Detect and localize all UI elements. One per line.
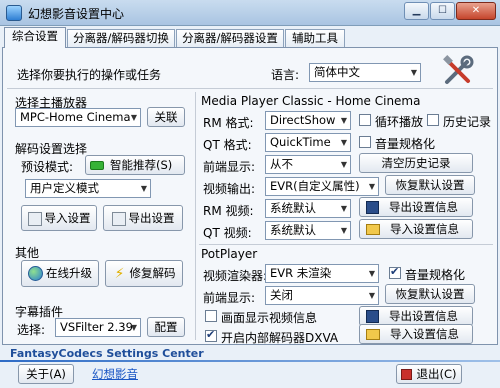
pot-normalize-checkbox[interactable] bbox=[389, 265, 401, 279]
osd-info-label: 画面显示视频信息 bbox=[221, 311, 318, 325]
qt-video-select[interactable]: 系统默认 ▼ bbox=[265, 221, 351, 240]
loop-play-label: 循环播放 bbox=[375, 115, 424, 129]
osd-info-checkbox[interactable] bbox=[205, 310, 217, 322]
divider bbox=[7, 88, 493, 89]
chevron-down-icon: ▼ bbox=[340, 204, 347, 213]
exit-button[interactable]: 退出(C) bbox=[396, 364, 462, 384]
floppy-icon bbox=[366, 310, 379, 323]
qt-format-select[interactable]: QuickTime ▼ bbox=[265, 133, 351, 152]
close-button[interactable]: ✕ bbox=[456, 2, 496, 20]
chevron-down-icon: ▼ bbox=[340, 138, 347, 147]
mpc-export-info-button[interactable]: 导出设置信息 bbox=[359, 197, 473, 217]
floppy-icon bbox=[366, 201, 379, 214]
maximize-button[interactable]: ☐ bbox=[430, 2, 455, 20]
mpc-front-label: 前端显示: bbox=[203, 160, 256, 174]
folder-icon bbox=[366, 329, 380, 340]
footer-brand: FantasyCodecs Settings Center bbox=[10, 347, 204, 360]
renderer-label: 视频渲染器: bbox=[203, 269, 268, 283]
tab-tools[interactable]: 辅助工具 bbox=[285, 29, 345, 47]
mpc-front-select[interactable]: 从不 ▼ bbox=[265, 155, 351, 174]
fantasy-player-link[interactable]: 幻想影音 bbox=[92, 366, 138, 382]
renderer-select[interactable]: EVR 未渲染 ▼ bbox=[265, 264, 379, 283]
tab-general[interactable]: 综合设置 bbox=[4, 27, 66, 48]
pot-import-info-button[interactable]: 导入设置信息 bbox=[359, 324, 473, 344]
mpc-normalize-label: 音量规格化 bbox=[375, 137, 436, 151]
rm-video-label: RM 视频: bbox=[203, 204, 254, 218]
pot-normalize-label: 音量规格化 bbox=[405, 268, 466, 282]
other-section-title: 其他 bbox=[15, 246, 40, 260]
language-select[interactable]: 简体中文 ▼ bbox=[309, 63, 421, 82]
language-label: 语言: bbox=[271, 68, 300, 82]
tab-strip: 综合设置 分离器/解码器切换 分离器/解码器设置 辅助工具 bbox=[2, 27, 498, 48]
tools-icon bbox=[443, 55, 474, 84]
chevron-down-icon: ▼ bbox=[368, 291, 375, 300]
mpc-restore-default-button[interactable]: 恢复默认设置 bbox=[385, 175, 475, 195]
chevron-down-icon: ▼ bbox=[130, 323, 137, 332]
video-output-select[interactable]: EVR(自定义属性) ▼ bbox=[265, 177, 379, 196]
dxva-label: 开启内部解码器DXVA bbox=[221, 331, 339, 345]
window-title: 幻想影音设置中心 bbox=[28, 7, 125, 21]
chevron-down-icon: ▼ bbox=[340, 116, 347, 125]
globe-icon bbox=[28, 266, 43, 281]
smart-recommend-button[interactable]: 智能推荐(S) bbox=[85, 155, 185, 175]
pot-export-info-button[interactable]: 导出设置信息 bbox=[359, 306, 473, 326]
chevron-down-icon: ▼ bbox=[340, 160, 347, 169]
qt-format-label: QT 格式: bbox=[203, 138, 252, 152]
pot-restore-default-button[interactable]: 恢复默认设置 bbox=[385, 284, 475, 304]
tab-splitter-decoder-settings[interactable]: 分离器/解码器设置 bbox=[176, 29, 284, 47]
chevron-down-icon: ▼ bbox=[410, 68, 417, 77]
pot-front-label: 前端显示: bbox=[203, 291, 256, 305]
settings-panel: 选择你要执行的操作或任务 语言: 简体中文 ▼ 选择主播放器 MPC-Home C… bbox=[2, 47, 498, 345]
title-bar: 幻想影音设置中心 ▁ ☐ ✕ bbox=[0, 0, 500, 26]
task-prompt: 选择你要执行的操作或任务 bbox=[17, 68, 162, 82]
subtitle-plugin-select[interactable]: VSFilter 2.39 ▼ bbox=[55, 318, 141, 337]
history-checkbox[interactable] bbox=[427, 114, 439, 126]
minimize-button[interactable]: ▁ bbox=[404, 2, 429, 20]
repair-decoder-button[interactable]: ⚡ 修复解码 bbox=[105, 260, 183, 287]
divider bbox=[199, 244, 493, 245]
exit-icon bbox=[401, 369, 413, 380]
export-settings-button[interactable]: 导出设置 bbox=[103, 205, 183, 231]
rm-format-select[interactable]: DirectShow ▼ bbox=[265, 111, 351, 130]
subtitle-config-button[interactable]: 配置 bbox=[147, 317, 185, 337]
rm-format-label: RM 格式: bbox=[203, 116, 254, 130]
associate-button[interactable]: 关联 bbox=[147, 107, 185, 127]
online-upgrade-button[interactable]: 在线升级 bbox=[21, 260, 99, 287]
mpc-normalize-checkbox[interactable] bbox=[359, 136, 371, 148]
led-icon bbox=[90, 161, 104, 170]
import-icon bbox=[27, 211, 42, 226]
qt-video-label: QT 视频: bbox=[203, 226, 252, 240]
rm-video-select[interactable]: 系统默认 ▼ bbox=[265, 199, 351, 218]
main-player-select[interactable]: MPC-Home Cinema ▼ bbox=[15, 108, 141, 127]
loop-play-checkbox[interactable] bbox=[359, 114, 371, 126]
potplayer-section-title: PotPlayer bbox=[201, 247, 258, 261]
subtitle-select-label: 选择: bbox=[17, 323, 46, 337]
decode-mode-select[interactable]: 用户定义模式 ▼ bbox=[25, 179, 151, 198]
chevron-down-icon: ▼ bbox=[340, 226, 347, 235]
about-button[interactable]: 关于(A) bbox=[18, 364, 74, 384]
app-icon bbox=[6, 5, 22, 21]
chevron-down-icon: ▼ bbox=[368, 269, 375, 278]
clear-history-button[interactable]: 清空历史记录 bbox=[359, 153, 473, 173]
decode-section-title: 解码设置选择 bbox=[15, 142, 88, 156]
lightning-icon: ⚡ bbox=[114, 265, 125, 282]
footer-accent-line bbox=[0, 360, 500, 362]
chevron-down-icon: ▼ bbox=[140, 184, 147, 193]
tab-splitter-decoder-switch[interactable]: 分离器/解码器切换 bbox=[67, 29, 175, 47]
column-divider bbox=[195, 92, 196, 340]
export-icon bbox=[111, 211, 126, 226]
pot-front-select[interactable]: 关闭 ▼ bbox=[265, 286, 379, 305]
mpc-import-info-button[interactable]: 导入设置信息 bbox=[359, 219, 473, 239]
chevron-down-icon: ▼ bbox=[130, 113, 137, 122]
history-label: 历史记录 bbox=[443, 115, 492, 129]
chevron-down-icon: ▼ bbox=[368, 182, 375, 191]
import-settings-button[interactable]: 导入设置 bbox=[21, 205, 97, 231]
preset-mode-label: 预设模式: bbox=[21, 160, 74, 174]
dxva-checkbox[interactable] bbox=[205, 328, 217, 342]
mpc-section-title: Media Player Classic - Home Cinema bbox=[201, 94, 421, 108]
video-output-label: 视频输出: bbox=[203, 182, 256, 196]
folder-icon bbox=[366, 224, 380, 235]
